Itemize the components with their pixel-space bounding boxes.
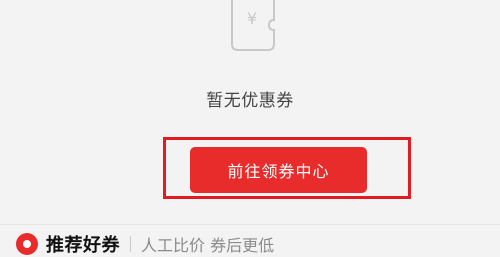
coupon-yen-icon: ¥: [224, 0, 282, 56]
empty-message: 暂无优惠券: [206, 91, 294, 111]
recommend-title: 推荐好券: [46, 235, 120, 256]
go-to-coupon-center-button[interactable]: 前往领券中心: [190, 147, 367, 193]
recommend-coupons-header: 推荐好券 人工比价 券后更低: [16, 232, 274, 256]
svg-text:¥: ¥: [247, 9, 257, 28]
section-divider: [0, 224, 500, 225]
empty-coupon-state: ¥ 暂无优惠券 前往领券中心 推荐好券 人工比价 券后更低: [0, 0, 500, 256]
recommend-subtitle: 人工比价 券后更低: [141, 236, 275, 255]
recommend-badge-icon: [16, 233, 38, 255]
